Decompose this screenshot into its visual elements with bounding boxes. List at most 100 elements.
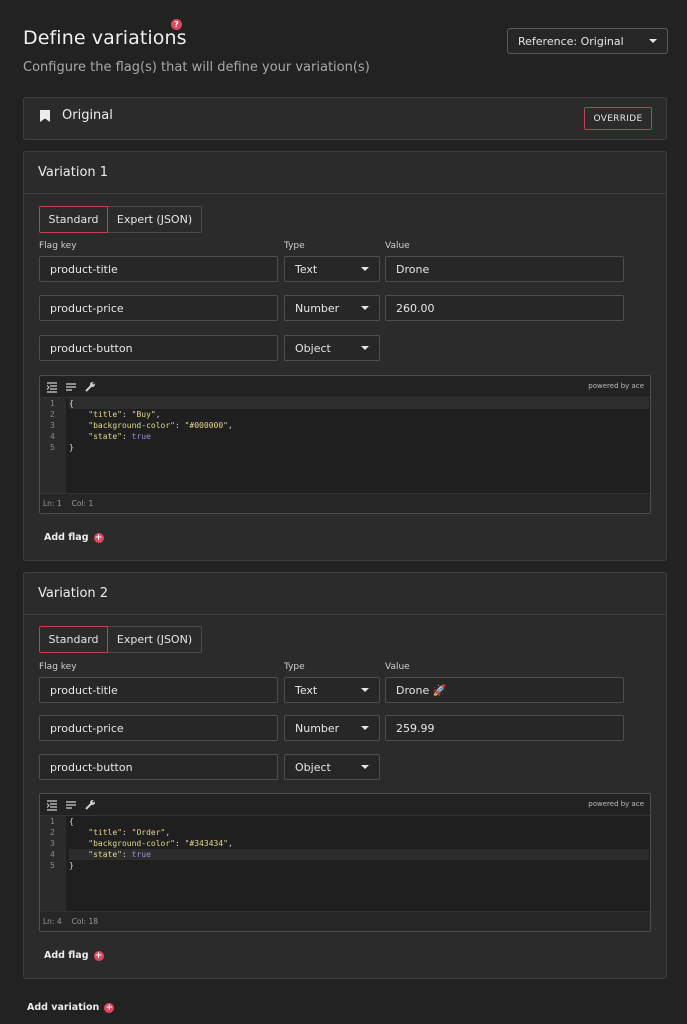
compact-icon[interactable] xyxy=(65,381,77,393)
type-select[interactable]: Object xyxy=(284,335,380,361)
bookmark-icon xyxy=(40,109,50,122)
type-select[interactable]: Text xyxy=(284,677,380,703)
plus-icon: + xyxy=(93,950,104,961)
mode-tabs: Standard Expert (JSON) xyxy=(39,206,202,233)
page-subtitle: Configure the flag(s) that will define y… xyxy=(23,60,370,75)
line-number: 3 xyxy=(50,839,55,848)
value-input[interactable]: 260.00 xyxy=(385,295,624,321)
page-title: Define variations xyxy=(23,27,187,49)
add-flag-label: Add flag xyxy=(44,532,89,543)
status-col: Col: 1 xyxy=(71,499,94,508)
format-icon[interactable] xyxy=(46,799,58,811)
type-select[interactable]: Number xyxy=(284,715,380,741)
variation-header: Variation 1 xyxy=(24,152,666,194)
type-select-value: Object xyxy=(295,341,331,355)
flag-key-input[interactable]: product-price xyxy=(39,715,278,741)
plus-icon: + xyxy=(104,1002,115,1013)
variation-panel: Variation 2 Standard Expert (JSON) Flag … xyxy=(23,572,667,979)
code-line: { xyxy=(69,817,74,826)
add-flag-label: Add flag xyxy=(44,950,89,961)
code-line: } xyxy=(69,443,74,452)
type-select[interactable]: Text xyxy=(284,256,380,282)
editor-toolbar: powered by ace xyxy=(40,376,650,398)
flag-key-label: Flag key xyxy=(39,241,77,251)
variation-title: Variation 2 xyxy=(38,586,109,601)
active-line-highlight xyxy=(69,398,649,409)
type-select[interactable]: Object xyxy=(284,754,380,780)
tab-standard[interactable]: Standard xyxy=(39,206,108,233)
chevron-down-icon xyxy=(361,267,369,271)
tab-expert-json[interactable]: Expert (JSON) xyxy=(108,206,202,233)
original-header: Original xyxy=(40,108,113,123)
type-select[interactable]: Number xyxy=(284,295,380,321)
reference-select-value: Reference: Original xyxy=(518,34,624,48)
line-number: 2 xyxy=(50,410,55,419)
code-line: "background-color": "#000000", xyxy=(88,421,233,430)
json-editor[interactable]: powered by ace 1 2 3 4 5 { "title": "Ord… xyxy=(39,793,651,932)
chevron-down-icon xyxy=(649,39,657,43)
json-editor[interactable]: powered by ace 1 2 3 4 5 { "title": "Buy… xyxy=(39,375,651,514)
flag-key-input[interactable]: product-title xyxy=(39,677,278,703)
compact-icon[interactable] xyxy=(65,799,77,811)
powered-by-ace: powered by ace xyxy=(588,382,644,390)
status-col: Col: 18 xyxy=(71,917,98,926)
add-flag-button[interactable]: Add flag + xyxy=(44,532,104,543)
editor-status-bar: Ln: 1 Col: 1 xyxy=(40,493,650,513)
line-number: 3 xyxy=(50,421,55,430)
value-label: Value xyxy=(385,241,410,251)
code-value: "Order" xyxy=(131,828,166,837)
chevron-down-icon xyxy=(361,726,369,730)
type-label: Type xyxy=(284,241,305,251)
variation-title: Variation 1 xyxy=(38,165,109,180)
original-panel: Original OVERRIDE xyxy=(23,97,667,140)
code-line: { xyxy=(69,399,74,408)
editor-status-bar: Ln: 4 Col: 18 xyxy=(40,911,650,931)
tab-expert-json[interactable]: Expert (JSON) xyxy=(108,626,202,653)
value-input[interactable]: 259.99 xyxy=(385,715,624,741)
code-line: "title": "Order", xyxy=(88,828,171,837)
type-select-value: Text xyxy=(295,683,318,697)
format-icon[interactable] xyxy=(46,381,58,393)
variation-panel: Variation 1 Standard Expert (JSON) Flag … xyxy=(23,151,667,561)
reference-select[interactable]: Reference: Original xyxy=(507,28,668,54)
line-number: 1 xyxy=(50,817,55,826)
add-flag-button[interactable]: Add flag + xyxy=(44,950,104,961)
flag-key-input[interactable]: product-title xyxy=(39,256,278,282)
code-value: true xyxy=(131,850,151,859)
wrench-icon[interactable] xyxy=(84,381,96,393)
line-number: 5 xyxy=(50,443,55,452)
type-select-value: Text xyxy=(295,262,318,276)
add-variation-button[interactable]: Add variation + xyxy=(27,1002,115,1013)
code-value: "#343434" xyxy=(184,839,228,848)
editor-code: { "title": "Buy", "background-color": "#… xyxy=(69,398,649,494)
mode-tabs: Standard Expert (JSON) xyxy=(39,626,202,653)
chevron-down-icon xyxy=(361,306,369,310)
line-number: 2 xyxy=(50,828,55,837)
type-select-value: Object xyxy=(295,760,331,774)
line-number: 1 xyxy=(50,399,55,408)
code-value: "#000000" xyxy=(184,421,228,430)
wrench-icon[interactable] xyxy=(84,799,96,811)
value-input[interactable]: Drone xyxy=(385,256,624,282)
type-label: Type xyxy=(284,662,305,672)
chevron-down-icon xyxy=(361,765,369,769)
editor-gutter: 1 2 3 4 5 xyxy=(40,398,66,494)
code-line: "state": true xyxy=(88,850,151,859)
chevron-down-icon xyxy=(361,688,369,692)
status-line: Ln: 1 xyxy=(43,499,62,508)
tab-standard[interactable]: Standard xyxy=(39,626,108,653)
value-input[interactable]: Drone 🚀 xyxy=(385,677,624,703)
type-select-value: Number xyxy=(295,721,340,735)
code-line: "background-color": "#343434", xyxy=(88,839,233,848)
editor-toolbar: powered by ace xyxy=(40,794,650,816)
line-number: 4 xyxy=(50,432,55,441)
flag-key-input[interactable]: product-button xyxy=(39,335,278,361)
original-label: Original xyxy=(62,108,113,123)
override-button[interactable]: OVERRIDE xyxy=(584,107,652,130)
flag-key-input[interactable]: product-price xyxy=(39,295,278,321)
help-icon[interactable]: ? xyxy=(171,19,182,30)
type-select-value: Number xyxy=(295,301,340,315)
editor-gutter: 1 2 3 4 5 xyxy=(40,816,66,912)
flag-key-input[interactable]: product-button xyxy=(39,754,278,780)
line-number: 4 xyxy=(50,850,55,859)
